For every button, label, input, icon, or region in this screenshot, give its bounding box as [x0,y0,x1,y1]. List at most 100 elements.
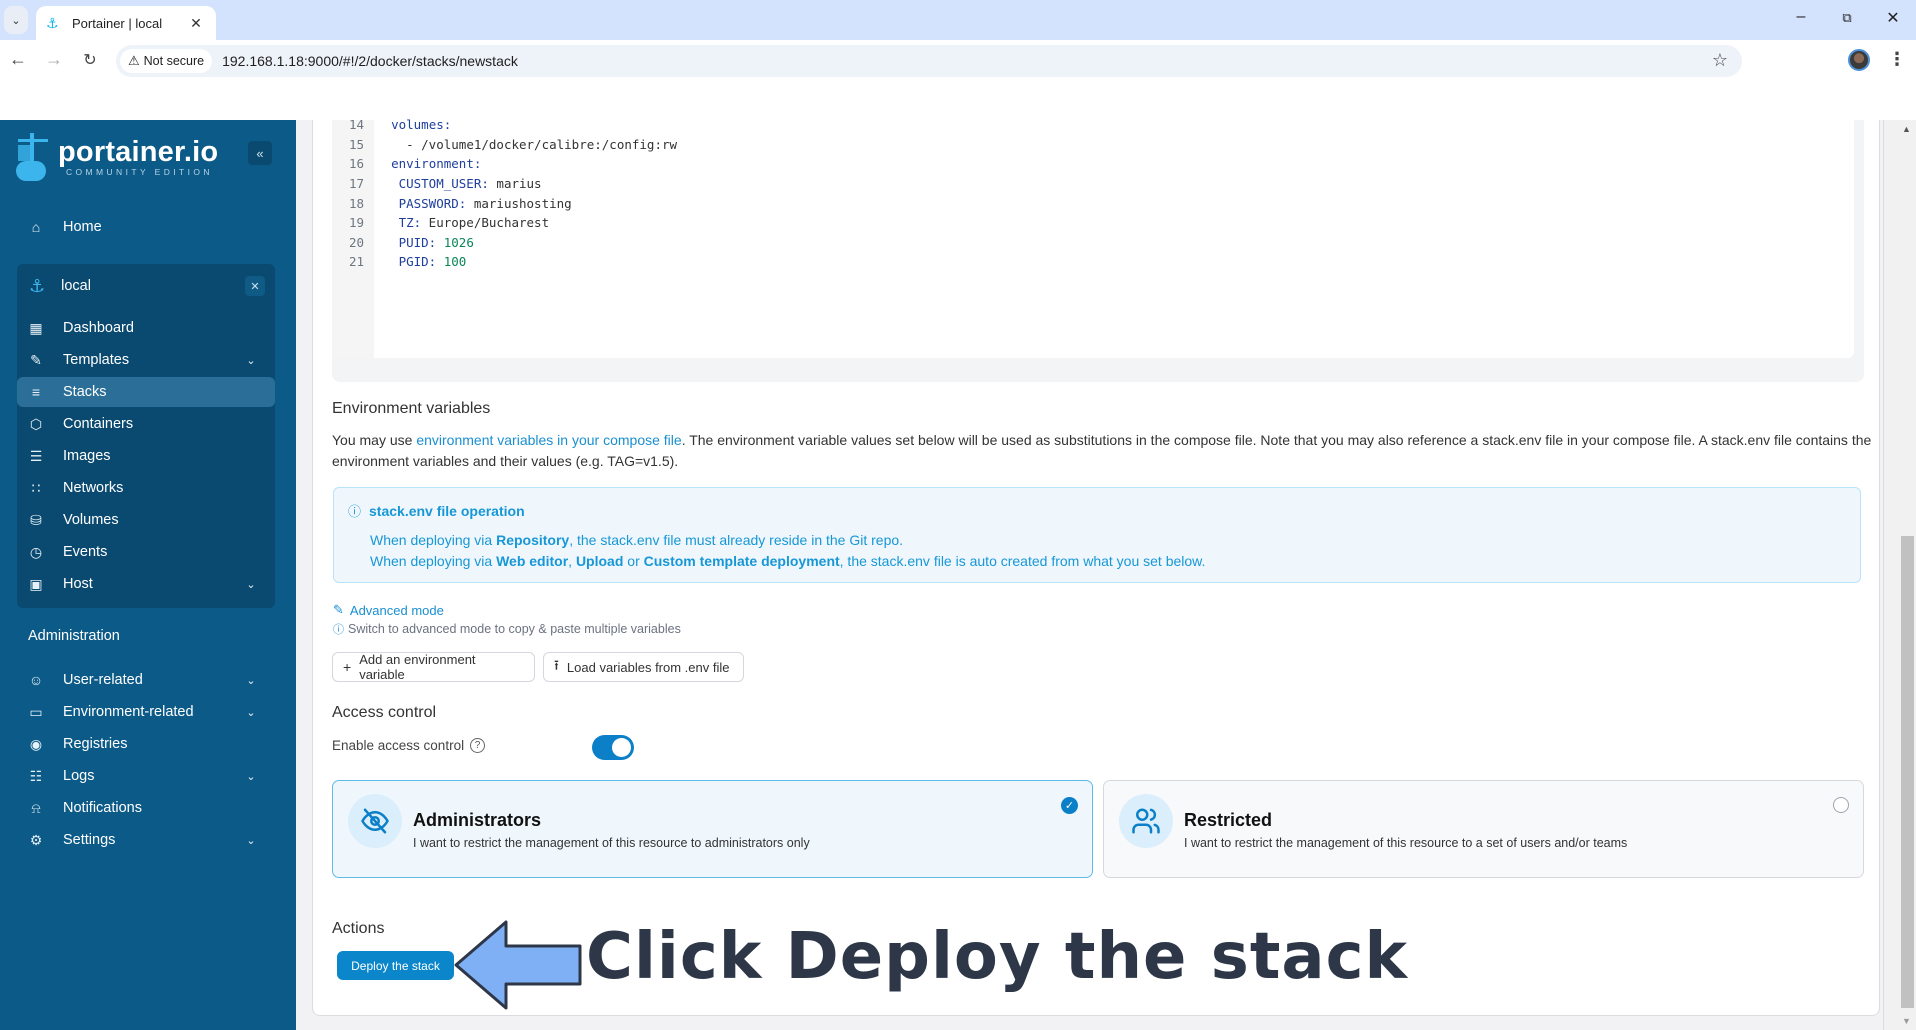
back-icon[interactable]: ← [6,49,30,70]
compose-web-editor[interactable] [332,120,1854,358]
browser-menu-icon[interactable]: ⋮ [1888,49,1906,70]
actions-heading: Actions [332,920,385,937]
dashboard-icon: ▦ [29,319,43,336]
restricted-option[interactable]: Restricted I want to restrict the manage… [1103,780,1864,878]
sidebar-item-images[interactable]: ☰ Images [17,441,275,471]
info-line-repository: When deploying via Repository, the stack… [370,532,904,548]
forward-icon[interactable]: → [42,49,66,70]
enable-access-control-label: Enable access control ? [332,738,486,753]
tab-search-button[interactable]: ⌄ [4,6,28,34]
logo-text: portainer.io [58,136,219,168]
access-control-toggle[interactable] [592,735,634,760]
chevron-down-icon: ⌄ [246,674,256,687]
url-text[interactable]: 192.168.1.18:9000/#!/2/docker/stacks/new… [222,53,518,69]
layers-icon: ≡ [31,384,41,400]
sidebar-item-label: Networks [63,480,124,496]
sidebar-item-notifications[interactable]: ⍾ Notifications [17,793,275,823]
deploy-stack-button[interactable]: Deploy the stack [337,951,454,980]
sidebar-item-environment-related[interactable]: ▭ Environment-related ⌄ [17,697,275,727]
plus-icon: + [343,659,352,675]
sidebar-item-containers[interactable]: ⬡ Containers [17,409,275,439]
portainer-logo[interactable]: portainer.io COMMUNITY EDITION [16,132,218,182]
network-icon: ∷ [31,479,41,496]
scroll-down-arrow-icon[interactable]: ▼ [1902,1016,1911,1026]
chevron-down-icon: ⌄ [246,706,256,719]
reload-icon[interactable]: ↻ [78,50,102,70]
load-env-file-button[interactable]: ⭱ Load variables from .env file [543,652,744,682]
minimize-icon[interactable]: – [1786,8,1816,26]
close-window-icon[interactable]: ✕ [1878,8,1908,28]
collapse-sidebar-button[interactable]: « [248,141,272,165]
line-number: 20 [348,234,364,250]
line-number: 14 [348,117,364,133]
sidebar-item-label: Images [63,448,111,464]
sidebar-item-networks[interactable]: ∷ Networks [17,473,275,503]
chevron-down-icon: ⌄ [246,578,256,591]
environment-header[interactable]: ⚓ local ✕ [17,268,275,304]
sidebar-item-logs[interactable]: ☷ Logs ⌄ [17,761,275,791]
env-vars-docs-link[interactable]: environment variables in your compose fi… [416,432,681,448]
code-line[interactable]: 19 TZ: Europe/Bucharest [332,213,549,233]
warning-icon: ⚠ [128,53,140,68]
page-top-blank [0,82,1916,120]
sidebar-item-templates[interactable]: ✎ Templates ⌄ [17,345,275,375]
option-description: I want to restrict the management of thi… [413,836,810,850]
sidebar-item-user-related[interactable]: ☺ User-related ⌄ [17,665,275,695]
code-line[interactable]: 20 PUID: 1026 [332,233,474,253]
sidebar-item-registries[interactable]: ◉ Registries [17,729,275,759]
environment-name: local [61,278,91,294]
line-number: 19 [348,215,364,231]
sidebar-item-events[interactable]: ◷ Events [17,537,275,567]
box-icon: ⬡ [29,415,43,432]
code-text: volumes: [391,117,452,133]
sidebar-item-label: Environment-related [63,704,194,720]
code-text: PASSWORD: mariushosting [398,195,572,211]
scrollbar-thumb[interactable] [1901,536,1914,1008]
bookmark-star-icon[interactable]: ☆ [1712,50,1728,71]
sidebar-item-stacks[interactable]: ≡ Stacks [17,377,275,407]
help-icon[interactable]: ? [470,738,486,753]
sidebar-item-home[interactable]: ⌂ Home [17,212,275,242]
radio-icon: ◉ [29,735,43,752]
info-circle-icon: ⓘ [348,504,362,519]
bell-icon: ⍾ [31,799,41,816]
address-bar[interactable]: ⚠ Not secure 192.168.1.18:9000/#!/2/dock… [116,45,1742,77]
code-text: PUID: 1026 [398,234,474,250]
gear-icon: ⚙ [29,831,43,848]
code-line[interactable]: 18 PASSWORD: mariushosting [332,193,572,213]
scroll-up-arrow-icon[interactable]: ▲ [1902,124,1911,134]
portainer-crane-icon [16,133,50,181]
advanced-mode-link[interactable]: ✎ Advanced mode [333,602,444,618]
list-icon: ☰ [29,447,43,464]
code-line[interactable]: 21 PGID: 100 [332,252,466,272]
code-line[interactable]: 15 - /volume1/docker/calibre:/config:rw [332,135,677,155]
sidebar-item-dashboard[interactable]: ▦ Dashboard [17,313,275,343]
sidebar-item-settings[interactable]: ⚙ Settings ⌄ [17,825,275,855]
browser-tab[interactable]: ⚓ Portainer | local ✕ [36,6,216,40]
sidebar-item-label: Host [63,576,93,592]
code-line[interactable]: 17 CUSTOM_USER: marius [332,174,542,194]
code-text: PGID: 100 [398,254,467,270]
drive-icon: ▭ [29,703,43,720]
annotation-arrow-icon [454,920,582,1010]
security-label: Not secure [143,54,205,68]
close-environment-icon[interactable]: ✕ [245,276,265,296]
sidebar-item-host[interactable]: ▣ Host ⌄ [17,569,275,599]
option-title: Restricted [1184,810,1273,830]
restore-icon[interactable]: ⧉ [1832,10,1862,26]
sidebar-item-label: Volumes [63,512,119,528]
administrators-option[interactable]: Administrators I want to restrict the ma… [332,780,1093,878]
users-icon: ☺ [28,672,44,688]
close-tab-icon[interactable]: ✕ [186,15,206,32]
sidebar-item-volumes[interactable]: ⛁ Volumes [17,505,275,535]
docker-whale-icon: ⚓ [29,275,46,296]
code-line[interactable]: 16 environment: [332,154,481,174]
sidebar-item-label: Events [63,544,108,560]
edit-icon: ✎ [30,351,42,368]
add-env-variable-button[interactable]: + Add an environment variable [332,652,535,682]
sidebar-item-label: User-related [63,672,143,688]
profile-avatar[interactable] [1848,49,1870,71]
option-description: I want to restrict the management of thi… [1184,836,1628,850]
security-indicator[interactable]: ⚠ Not secure [120,49,213,73]
code-line[interactable]: 14 volumes: [332,115,451,135]
